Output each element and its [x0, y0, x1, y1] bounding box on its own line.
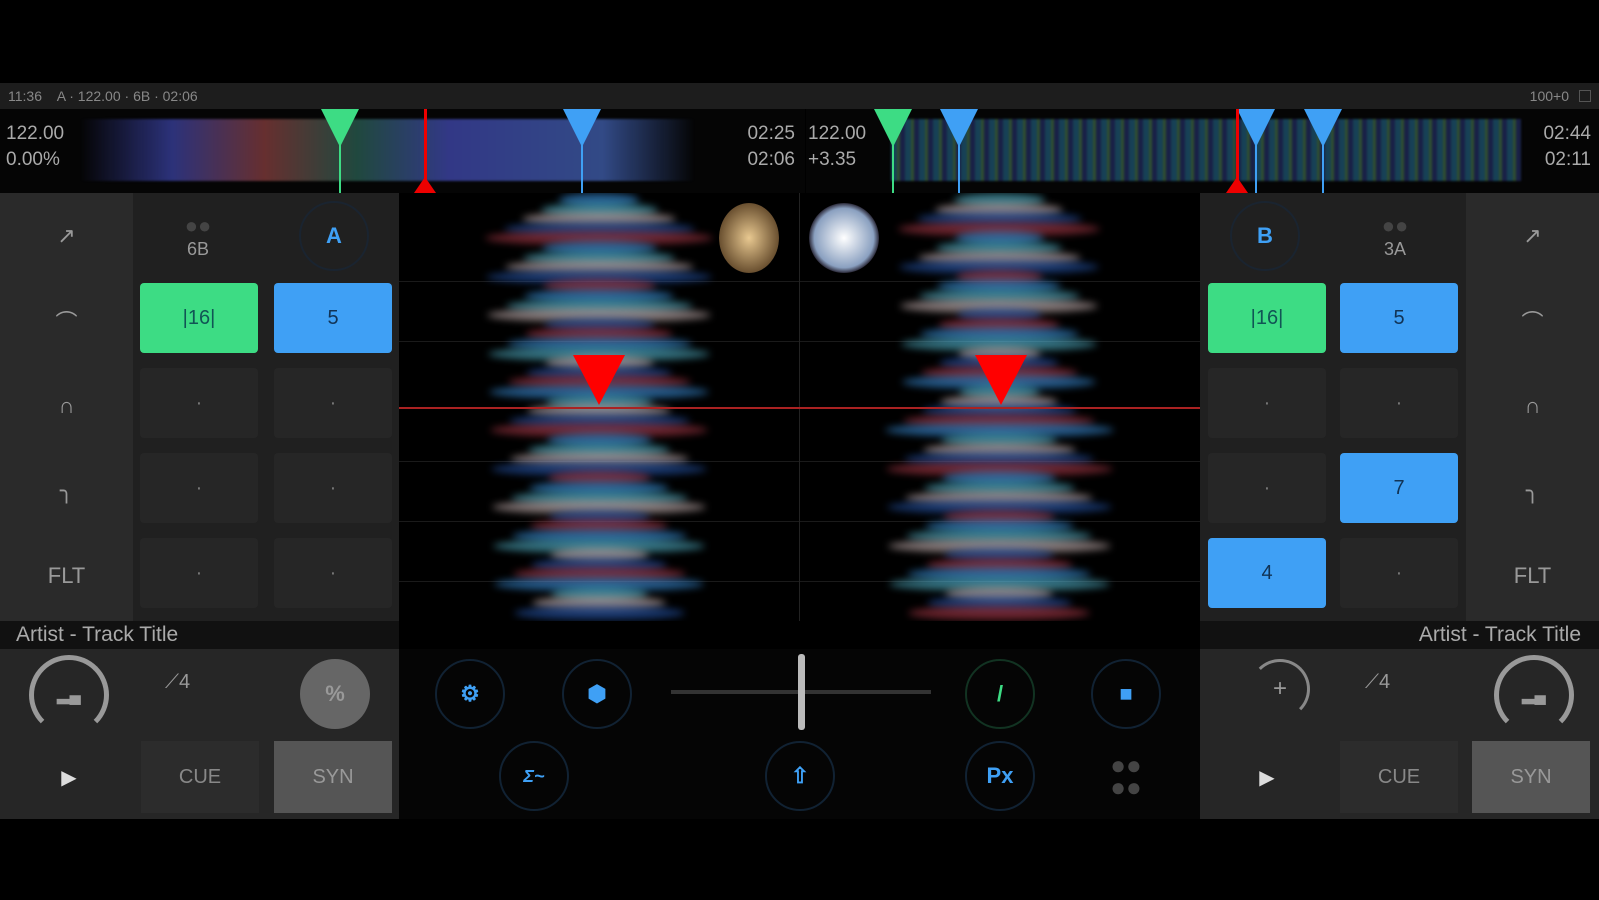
- cue-marker-3[interactable]: [321, 109, 359, 147]
- fx-knob[interactable]: ⟋4: [165, 671, 190, 694]
- curve-down-icon[interactable]: ╮: [0, 448, 133, 533]
- scrolling-waveforms[interactable]: [399, 193, 1200, 621]
- now-line: [399, 407, 1200, 409]
- deck-b-position-marker: [975, 355, 1027, 405]
- pad[interactable]: ·: [1208, 368, 1326, 438]
- deck-a-transport: ▂▄ ⟋4 % ▶ CUE SYN: [0, 649, 399, 819]
- deck-a-position-marker: [573, 355, 625, 405]
- deck-a-letter[interactable]: A: [299, 201, 369, 271]
- gain-knob[interactable]: ▂▄: [29, 655, 109, 735]
- settings-icon[interactable]: ⚙: [435, 659, 505, 729]
- pad[interactable]: ·: [1340, 368, 1458, 438]
- waveform-band: [908, 605, 1090, 620]
- pitch-button[interactable]: %: [300, 659, 370, 729]
- status-bar: 11:36 A · 122.00 · 6B · 02:06 100+0: [0, 83, 1599, 109]
- arch-icon[interactable]: ∩: [0, 363, 133, 448]
- play-button[interactable]: ▶: [10, 741, 128, 813]
- pad[interactable]: ·: [140, 538, 258, 608]
- cue-marker-3[interactable]: [874, 109, 912, 147]
- deck-a-key: ●● 6B: [184, 213, 212, 259]
- arch-icon[interactable]: ∩: [1466, 363, 1599, 448]
- arrow-up-right-icon[interactable]: ↗: [0, 193, 133, 278]
- deck-b-total-time: 02:44: [1543, 123, 1591, 144]
- deck-a-pads: ●● 6B A |16| 5 · · · · · ·: [133, 193, 399, 621]
- gain-knob[interactable]: ▂▄: [1494, 655, 1574, 735]
- curve-up-icon[interactable]: ⌒: [0, 278, 133, 363]
- deck-b-overview[interactable]: 122.00 +3.35 02:44 02:11: [806, 109, 1599, 193]
- eq-icon[interactable]: Σ~: [499, 741, 569, 811]
- sync-button[interactable]: SYN: [1472, 741, 1590, 813]
- cue-pad-5[interactable]: 5: [1340, 283, 1458, 353]
- deck-b-key: ●● 3A: [1381, 213, 1409, 259]
- deck-a-overview[interactable]: 122.00 0.00% 02:25 02:06: [0, 109, 805, 193]
- cue-marker-5[interactable]: [563, 109, 601, 147]
- pad[interactable]: ·: [140, 453, 258, 523]
- pad[interactable]: ·: [140, 368, 258, 438]
- deck-b-artwork[interactable]: [809, 203, 879, 273]
- cue-button[interactable]: CUE: [141, 741, 259, 813]
- deck-b-pads: B ●● 3A |16| 5 · · · 7 4 ·: [1200, 193, 1466, 621]
- deck-a-artwork[interactable]: [719, 203, 779, 273]
- pad[interactable]: ·: [1208, 453, 1326, 523]
- deck-b-pitch: +3.35: [808, 149, 857, 170]
- pad[interactable]: ·: [274, 453, 392, 523]
- deck-b-track-title: Artist - Track Title: [1200, 621, 1599, 649]
- filter-button[interactable]: FLT: [0, 533, 133, 618]
- battery-icon: [1579, 90, 1591, 102]
- fx-knob[interactable]: ⟋4: [1365, 671, 1390, 694]
- curve-up-icon[interactable]: ⌒: [1466, 278, 1599, 363]
- cue-marker-4[interactable]: [940, 109, 978, 147]
- pad[interactable]: ·: [1340, 538, 1458, 608]
- curve-down-icon[interactable]: ╮: [1466, 448, 1599, 533]
- playhead-marker-icon: [414, 177, 436, 193]
- shift-icon[interactable]: ⇧: [765, 741, 835, 811]
- status-right: 100+0: [1529, 88, 1569, 104]
- cue-marker-7[interactable]: [1304, 109, 1342, 147]
- play-button[interactable]: ▶: [1208, 741, 1326, 813]
- deck-a-pitch: 0.00%: [6, 149, 60, 170]
- deck-a-overview-waveform: [80, 119, 695, 181]
- deck-b-overview-waveform: [891, 119, 1521, 181]
- deck-a-total-time: 02:25: [747, 123, 795, 144]
- deck-b-letter[interactable]: B: [1230, 201, 1300, 271]
- playhead-marker-icon: [1226, 177, 1248, 193]
- loop-pad[interactable]: |16|: [140, 283, 258, 353]
- deck-b-side-controls: ↗ ⌒ ∩ ╮ FLT: [1466, 193, 1599, 621]
- deck-a-track-title: Artist - Track Title: [0, 621, 399, 649]
- arrow-up-right-icon[interactable]: ↗: [1466, 193, 1599, 278]
- deck-b-transport: + ⟋4 ▂▄ ▶ CUE SYN: [1200, 649, 1599, 819]
- cue-marker-5[interactable]: [1237, 109, 1275, 147]
- pad[interactable]: ·: [274, 368, 392, 438]
- crossfader-handle[interactable]: [798, 654, 805, 730]
- cue-pad-5[interactable]: 5: [274, 283, 392, 353]
- grid-menu-icon[interactable]: ●● ●●: [1091, 741, 1161, 811]
- loop-pad[interactable]: |16|: [1208, 283, 1326, 353]
- pad[interactable]: ·: [274, 538, 392, 608]
- sync-button[interactable]: SYN: [274, 741, 392, 813]
- deck-b-bpm: 122.00: [808, 123, 867, 144]
- sampler-icon[interactable]: ⬢: [562, 659, 632, 729]
- px-button[interactable]: Px: [965, 741, 1035, 811]
- stop-icon[interactable]: ■: [1091, 659, 1161, 729]
- status-info: A · 122.00 · 6B · 02:06: [56, 88, 198, 104]
- edit-icon[interactable]: /: [965, 659, 1035, 729]
- deck-a-bpm: 122.00: [6, 123, 65, 144]
- waveform-band: [513, 605, 685, 620]
- deck-b-remaining-time: 02:11: [1544, 149, 1591, 170]
- cue-pad-4[interactable]: 4: [1208, 538, 1326, 608]
- mixer: ⚙ ⬢ / ■ Σ~ ⇧ Px ●● ●●: [399, 649, 1200, 819]
- filter-button[interactable]: FLT: [1466, 533, 1599, 618]
- cue-pad-7[interactable]: 7: [1340, 453, 1458, 523]
- add-knob[interactable]: +: [1250, 659, 1310, 719]
- deck-a-remaining-time: 02:06: [747, 149, 795, 170]
- clock: 11:36: [8, 88, 42, 104]
- deck-a-side-controls: ↗ ⌒ ∩ ╮ FLT: [0, 193, 133, 621]
- cue-button[interactable]: CUE: [1340, 741, 1458, 813]
